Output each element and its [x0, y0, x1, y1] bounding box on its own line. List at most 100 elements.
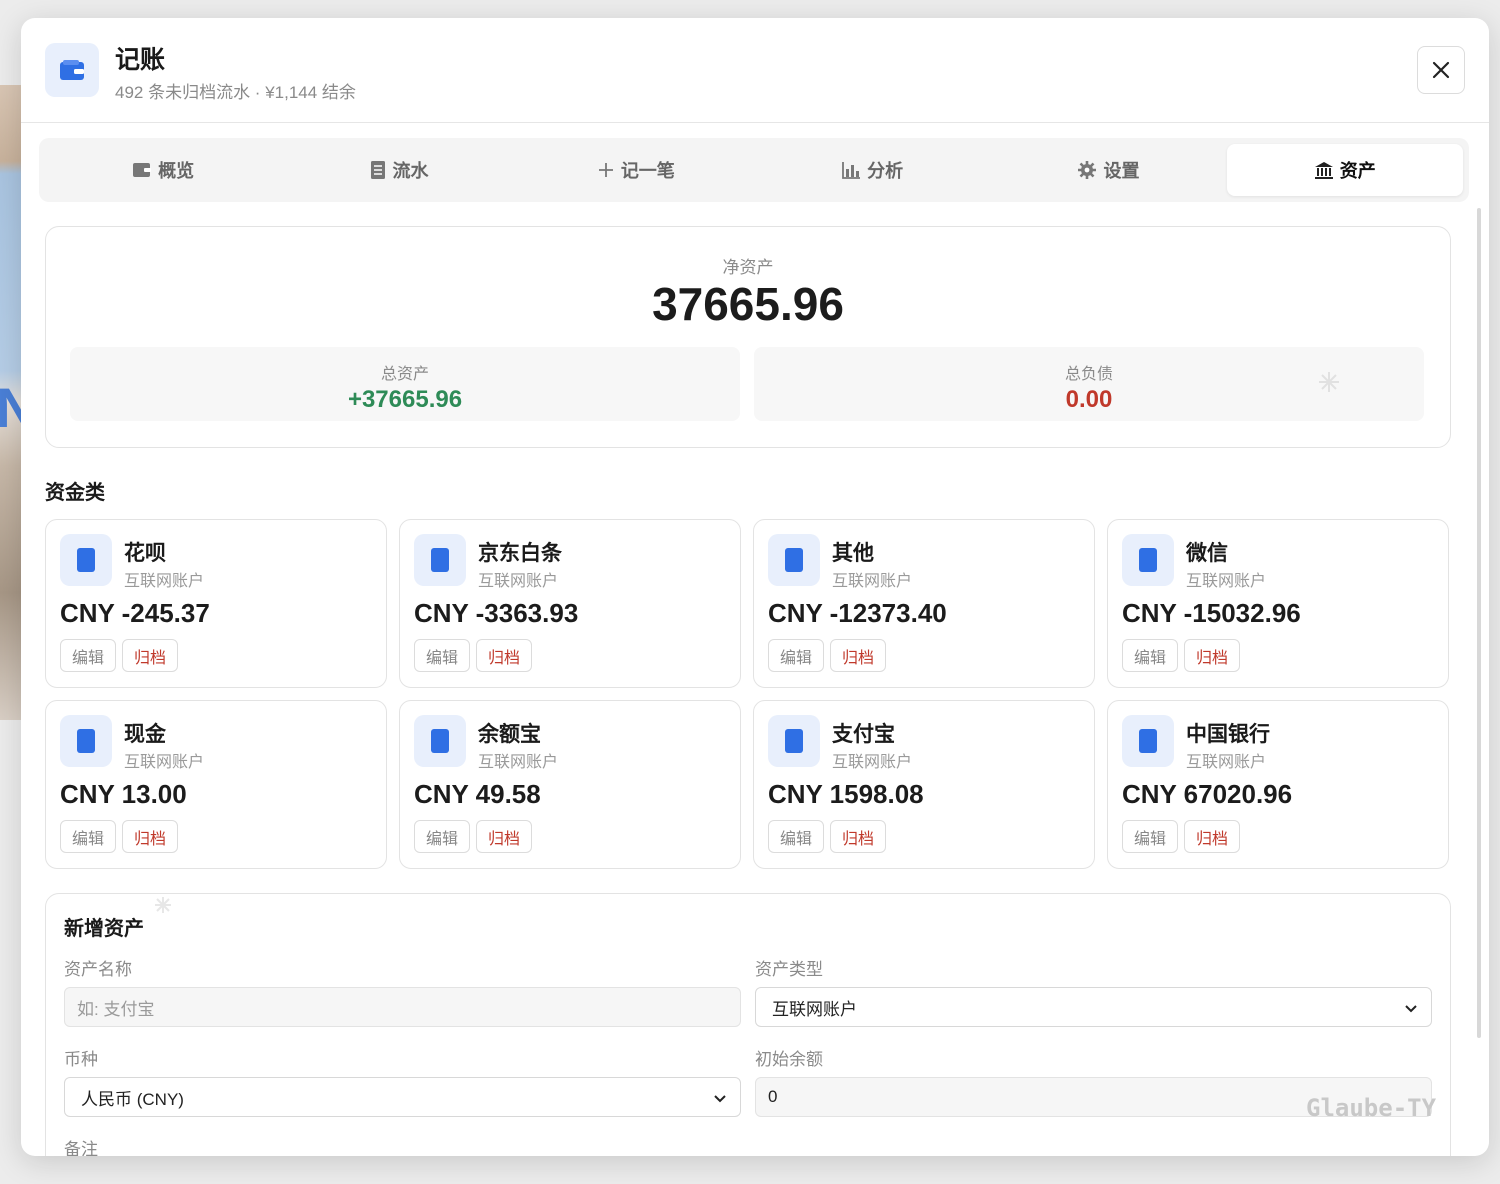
scrollbar[interactable]	[1477, 208, 1481, 1038]
account-card[interactable]: 微信 互联网账户 CNY -15032.96 编辑 归档	[1107, 519, 1449, 688]
net-worth-summary: 净资产 37665.96 总资产 +37665.96 总负债 0.00	[45, 226, 1451, 448]
account-icon	[1122, 715, 1174, 767]
edit-button[interactable]: 编辑	[414, 820, 471, 853]
plus-icon	[598, 163, 613, 177]
account-icon	[414, 715, 466, 767]
tab-label: 记一笔	[620, 161, 675, 181]
edit-button[interactable]: 编辑	[60, 639, 117, 672]
chart-icon	[842, 162, 861, 179]
note-group: 备注 选填	[64, 1135, 1432, 1156]
ledger-icon	[371, 161, 386, 179]
archive-button[interactable]: 归档	[476, 639, 533, 672]
account-cards: 花呗 互联网账户 CNY -245.37 编辑 归档 京东白条 互联网账户 CNY -3363…	[45, 519, 1451, 869]
account-name: 支付宝	[832, 723, 895, 746]
account-icon	[60, 534, 112, 586]
account-actions: 编辑 归档	[60, 639, 179, 672]
account-type: 互联网账户	[124, 573, 205, 590]
account-card[interactable]: 支付宝 互联网账户 CNY 1598.08 编辑 归档	[753, 700, 1095, 869]
tab-add-entry[interactable]: 记一笔	[518, 144, 754, 196]
tab-bar: 概览 流水 记一笔 分析 设置 资产	[39, 138, 1469, 202]
page-title: 记账	[115, 46, 166, 74]
tab-label: 概览	[158, 161, 195, 181]
tab-analysis[interactable]: 分析	[754, 144, 990, 196]
account-card[interactable]: 京东白条 互联网账户 CNY -3363.93 编辑 归档	[399, 519, 741, 688]
net-worth-label: 净资产	[722, 258, 774, 277]
asset-type-value: 互联网账户	[772, 999, 857, 1019]
tab-label: 流水	[392, 161, 429, 181]
edit-button[interactable]: 编辑	[768, 820, 825, 853]
account-card[interactable]: 余额宝 互联网账户 CNY 49.58 编辑 归档	[399, 700, 741, 869]
archive-button[interactable]: 归档	[122, 820, 179, 853]
asset-type-group: 资产类型 互联网账户	[755, 955, 1432, 1045]
account-icon	[414, 534, 466, 586]
archive-button[interactable]: 归档	[830, 820, 887, 853]
account-actions: 编辑 归档	[414, 820, 533, 853]
wallet-icon	[133, 163, 152, 177]
page-subtitle: 492 条未归档流水 · ¥1,144 结余	[115, 83, 356, 102]
gear-icon	[1078, 161, 1097, 179]
note-label: 备注	[64, 1140, 98, 1156]
account-name: 微信	[1186, 542, 1228, 565]
account-name: 余额宝	[478, 723, 541, 746]
account-card[interactable]: 其他 互联网账户 CNY -12373.40 编辑 归档	[753, 519, 1095, 688]
tab-label: 分析	[867, 161, 904, 181]
total-assets-value: +37665.96	[347, 386, 463, 413]
account-card[interactable]: 中国银行 互联网账户 CNY 67020.96 编辑 归档	[1107, 700, 1449, 869]
account-actions: 编辑 归档	[768, 639, 887, 672]
edit-button[interactable]: 编辑	[1122, 820, 1179, 853]
account-icon	[768, 534, 820, 586]
tab-label: 资产	[1339, 161, 1376, 181]
tab-transactions[interactable]: 流水	[281, 144, 517, 196]
account-icon	[768, 715, 820, 767]
snowflake-icon	[155, 897, 171, 913]
account-type: 互联网账户	[124, 754, 205, 771]
tab-overview[interactable]: 概览	[45, 144, 281, 196]
account-card[interactable]: 现金 互联网账户 CNY 13.00 编辑 归档	[45, 700, 387, 869]
edit-button[interactable]: 编辑	[768, 639, 825, 672]
account-type: 互联网账户	[478, 754, 559, 771]
tab-label: 设置	[1103, 161, 1140, 181]
chevron-down-icon	[714, 1095, 726, 1103]
form-grid: 资产名称 如: 支付宝 资产类型 互联网账户 币种 人民币 (CNY) 初始余额…	[64, 955, 1432, 1156]
initial-balance-label: 初始余额	[755, 1050, 823, 1069]
currency-label: 币种	[64, 1050, 98, 1069]
account-card[interactable]: 花呗 互联网账户 CNY -245.37 编辑 归档	[45, 519, 387, 688]
asset-type-select[interactable]: 互联网账户	[755, 987, 1432, 1027]
close-icon	[1432, 61, 1450, 79]
archive-button[interactable]: 归档	[1184, 639, 1241, 672]
edit-button[interactable]: 编辑	[414, 639, 471, 672]
form-title: 新增资产	[64, 918, 144, 940]
net-worth-value: 37665.96	[652, 278, 844, 330]
currency-select[interactable]: 人民币 (CNY)	[64, 1077, 741, 1117]
close-button[interactable]	[1417, 46, 1465, 94]
currency-group: 币种 人民币 (CNY)	[64, 1045, 741, 1135]
archive-button[interactable]: 归档	[830, 639, 887, 672]
account-actions: 编辑 归档	[60, 820, 179, 853]
tab-assets[interactable]: 资产	[1226, 144, 1463, 196]
asset-name-input[interactable]: 如: 支付宝	[64, 987, 741, 1027]
archive-button[interactable]: 归档	[1184, 820, 1241, 853]
asset-type-label: 资产类型	[755, 960, 823, 979]
account-type: 互联网账户	[832, 573, 913, 590]
tab-settings[interactable]: 设置	[990, 144, 1226, 196]
assets-content: 净资产 37665.96 总资产 +37665.96 总负债 0.00 资金类 …	[45, 226, 1451, 1156]
bank-icon	[1314, 162, 1333, 179]
account-balance: CNY -3363.93	[414, 598, 579, 628]
archive-button[interactable]: 归档	[122, 639, 179, 672]
account-actions: 编辑 归档	[768, 820, 887, 853]
total-liabilities-box: 总负债 0.00	[754, 347, 1424, 421]
edit-button[interactable]: 编辑	[1122, 639, 1179, 672]
total-assets-box: 总资产 +37665.96	[70, 347, 740, 421]
add-asset-form: 新增资产 资产名称 如: 支付宝 资产类型 互联网账户 币种 人民币 (CNY)…	[45, 893, 1451, 1156]
account-balance: CNY 13.00	[60, 779, 187, 809]
snowflake-icon	[1319, 372, 1339, 392]
archive-button[interactable]: 归档	[476, 820, 533, 853]
edit-button[interactable]: 编辑	[60, 820, 117, 853]
chevron-down-icon	[1405, 1005, 1417, 1013]
account-actions: 编辑 归档	[414, 639, 533, 672]
account-type: 互联网账户	[832, 754, 913, 771]
account-name: 中国银行	[1186, 723, 1270, 746]
account-icon	[60, 715, 112, 767]
ledger-modal: 记账 492 条未归档流水 · ¥1,144 结余 概览 流水 记一笔 分析 设…	[21, 18, 1489, 1156]
section-title: 资金类	[45, 482, 105, 504]
